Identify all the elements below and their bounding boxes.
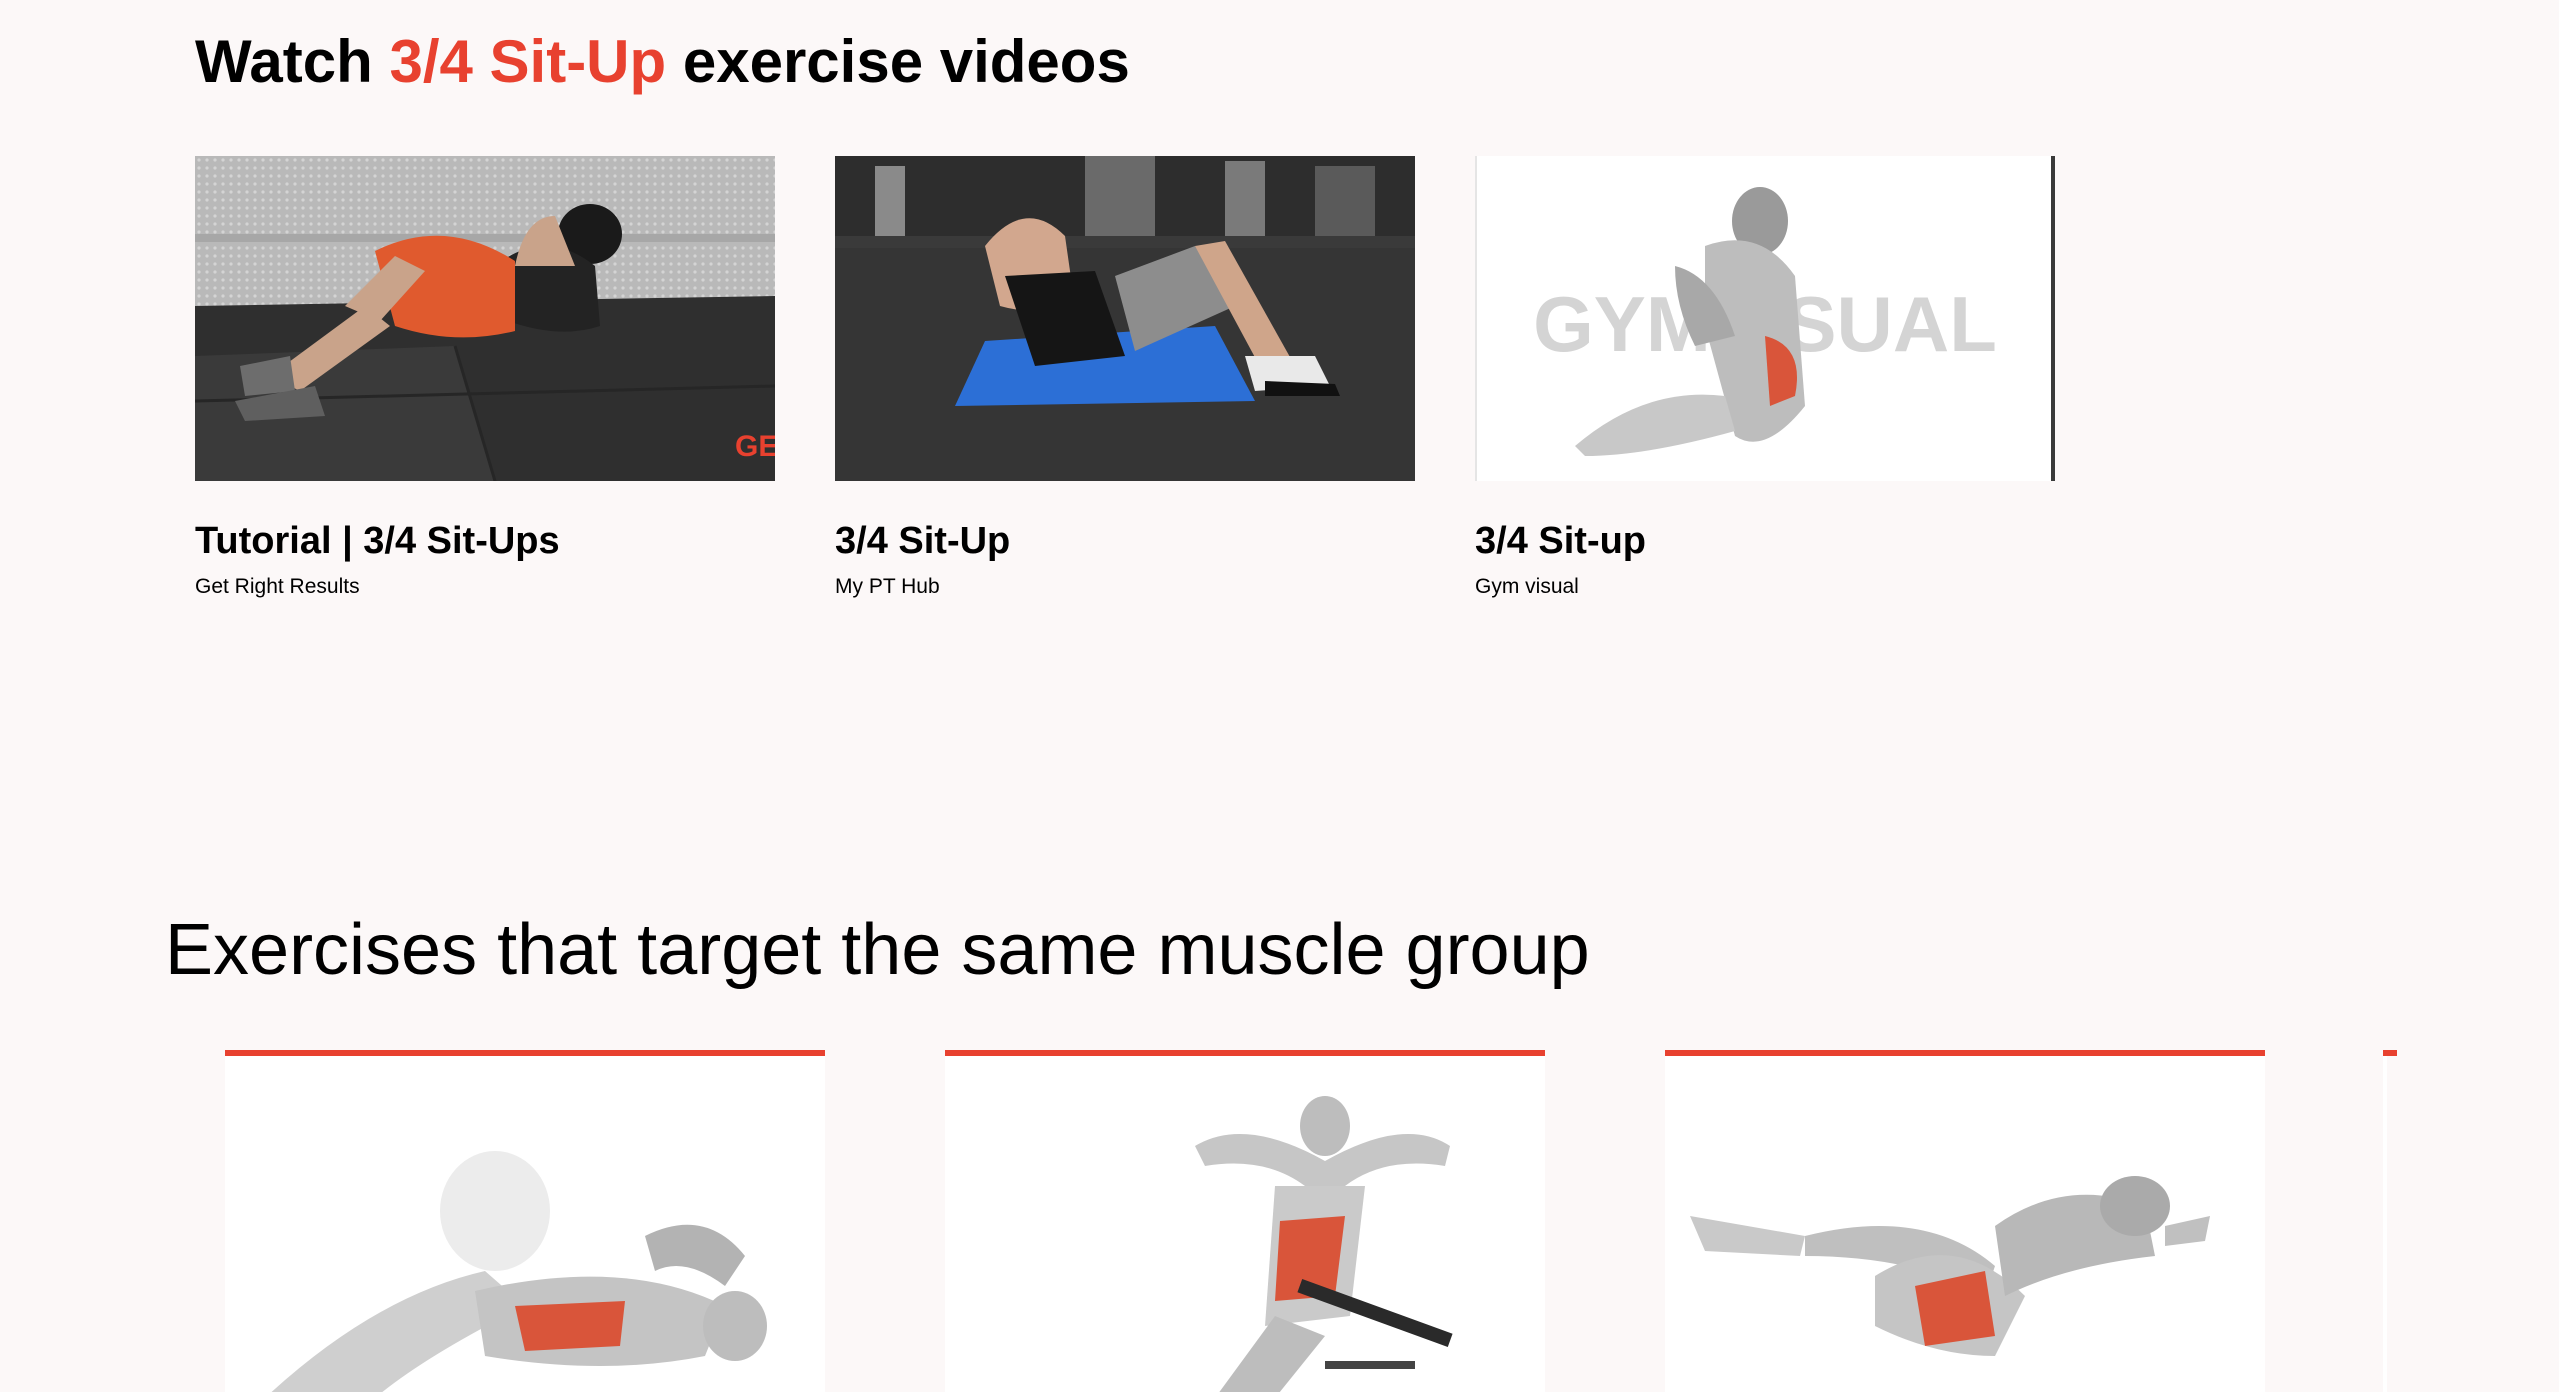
- video-thumbnail-1[interactable]: GET R: [195, 156, 775, 481]
- page: Watch 3/4 Sit-Up exercise videos GE Tuto…: [0, 0, 2559, 1392]
- videos-heading: Watch 3/4 Sit-Up exercise videos: [195, 22, 1130, 102]
- videos-heading-exercise: 3/4 Sit-Up: [389, 28, 667, 95]
- video-title-1[interactable]: Tutorial | 3/4 Sit-Ups: [195, 518, 560, 564]
- related-exercise-card-2[interactable]: [945, 1050, 1545, 1392]
- related-exercise-card-3[interactable]: [1665, 1050, 2265, 1392]
- video-thumbnail-1-text: GET R: [735, 430, 775, 463]
- bicycle-crunch-figure-icon: [1690, 1176, 2210, 1356]
- related-exercise-card-4-partial[interactable]: [2383, 1050, 2559, 1392]
- video-title-3[interactable]: 3/4 Sit-up: [1475, 518, 1646, 564]
- videos-heading-suffix: exercise videos: [666, 28, 1130, 95]
- videos-heading-prefix: Watch: [195, 28, 390, 95]
- video-thumbnail-1-image: GET R: [195, 156, 775, 481]
- video-card-3[interactable]: GYMVISUAL 3/4 Sit-up Gym visual: [1475, 156, 2055, 598]
- crunch-figure-icon: [271, 1151, 767, 1392]
- video-card-1[interactable]: GET R Tutorial | 3/4 Sit-Ups Get Right R…: [195, 156, 775, 598]
- video-channel-2: My PT Hub: [835, 575, 940, 598]
- video-thumbnail-2[interactable]: [835, 156, 1415, 481]
- video-channel-3: Gym visual: [1475, 575, 1579, 598]
- video-title-2[interactable]: 3/4 Sit-Up: [835, 518, 1010, 564]
- video-channel-1: Get Right Results: [195, 575, 360, 598]
- related-exercise-card-1[interactable]: [225, 1050, 825, 1392]
- card-body-edge: [2383, 1056, 2387, 1392]
- video-thumbnail-3[interactable]: GYMVISUAL: [1475, 156, 2055, 481]
- video-thumbnail-2-image: [835, 156, 1415, 481]
- decline-situp-figure-icon: [1195, 1096, 1453, 1392]
- related-exercises-heading: Exercises that target the same muscle gr…: [165, 910, 1590, 990]
- video-card-2[interactable]: 3/4 Sit-Up My PT Hub: [835, 156, 1415, 598]
- video-thumbnail-3-image: GYMVISUAL: [1475, 156, 2055, 481]
